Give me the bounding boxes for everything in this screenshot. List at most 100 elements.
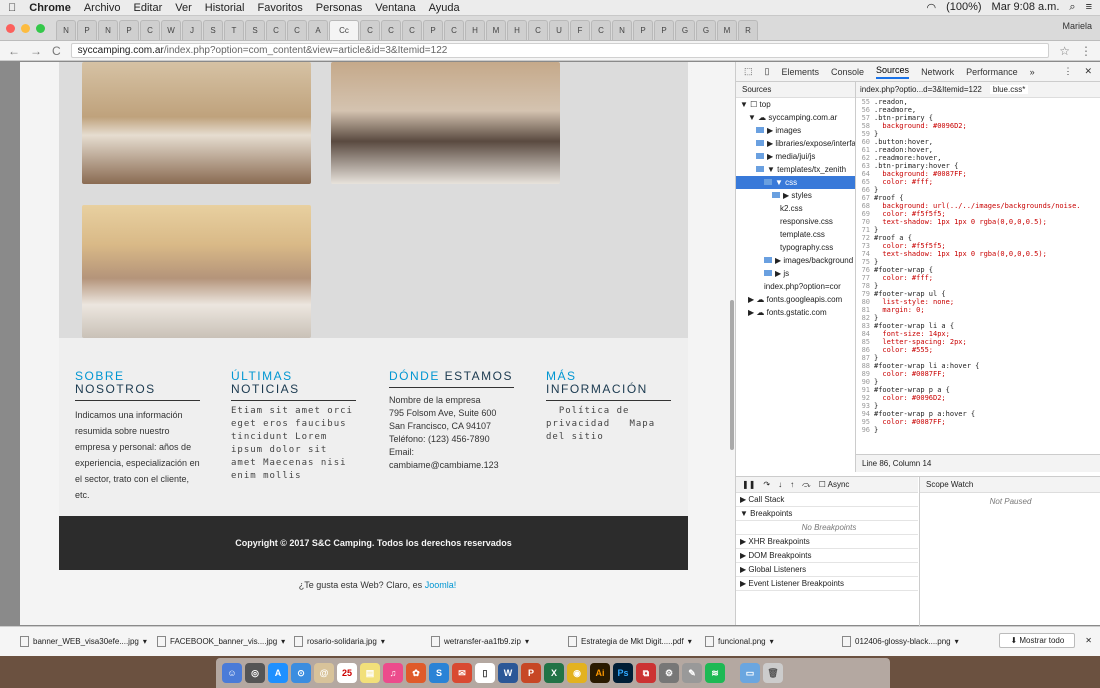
notes-icon[interactable]: ▤	[360, 663, 380, 683]
step-out-icon[interactable]: ↑	[790, 480, 794, 489]
more-tabs-icon[interactable]: »	[1030, 67, 1035, 77]
download-menu-icon[interactable]: ▾	[688, 637, 692, 646]
wifi-icon[interactable]: ◠	[926, 1, 936, 14]
code-line[interactable]: 78}	[856, 282, 1100, 290]
browser-tab[interactable]: F	[570, 20, 590, 40]
reload-icon[interactable]: C	[52, 44, 61, 58]
tree-item[interactable]: ▶ images	[736, 124, 855, 137]
code-line[interactable]: 61 .readon:hover,	[856, 146, 1100, 154]
tab-performance[interactable]: Performance	[966, 67, 1018, 77]
menu-historial[interactable]: Historial	[205, 2, 245, 14]
menu-favoritos[interactable]: Favoritos	[258, 2, 303, 14]
global-listeners-section[interactable]: ▶ Global Listeners	[736, 563, 918, 577]
tree-item[interactable]: template.css	[736, 228, 855, 241]
text-editor-icon[interactable]: ✎	[682, 663, 702, 683]
browser-tab[interactable]: G	[675, 20, 695, 40]
forward-icon[interactable]: →	[30, 44, 42, 58]
browser-tab[interactable]: S	[203, 20, 223, 40]
browser-tab[interactable]: M	[486, 20, 506, 40]
browser-tab[interactable]: C	[402, 20, 422, 40]
editor-tab-blue-css[interactable]: blue.css*	[989, 85, 1029, 94]
download-menu-icon[interactable]: ▾	[143, 637, 147, 646]
code-line[interactable]: 79 #footer-wrap ul {	[856, 290, 1100, 298]
pause-icon[interactable]: ❚❚	[742, 480, 755, 489]
tab-console[interactable]: Console	[831, 67, 864, 77]
browser-tab[interactable]: N	[98, 20, 118, 40]
downloads-folder-icon[interactable]: ▭	[740, 663, 760, 683]
code-line[interactable]: 81 margin: 0;	[856, 306, 1100, 314]
search-icon[interactable]: ⌕	[1069, 1, 1075, 14]
show-all-button[interactable]: ⬇ Mostrar todo	[999, 633, 1076, 648]
code-line[interactable]: 73 color: #f5f5f5;	[856, 242, 1100, 250]
tab-elements[interactable]: Elements	[781, 67, 819, 77]
navigator-header[interactable]: Sources	[736, 82, 855, 98]
code-line[interactable]: 56 .readmore,	[856, 106, 1100, 114]
page-scrollbar[interactable]	[730, 300, 734, 450]
tree-item[interactable]: ▼ ☐ top	[736, 98, 855, 111]
menu-ver[interactable]: Ver	[175, 2, 192, 14]
code-line[interactable]: 83 #footer-wrap li a {	[856, 322, 1100, 330]
contacts-icon[interactable]: @	[314, 663, 334, 683]
footer-news-links[interactable]: Etiam sit amet orci eget eros faucibus t…	[231, 405, 356, 483]
code-line[interactable]: 82}	[856, 314, 1100, 322]
close-window-icon[interactable]	[6, 24, 15, 33]
call-stack-section[interactable]: ▶ Call Stack	[736, 493, 918, 507]
browser-tab[interactable]: T	[224, 20, 244, 40]
joomla-link[interactable]: Joomla!	[425, 580, 457, 590]
browser-tab[interactable]: P	[423, 20, 443, 40]
code-line[interactable]: 66}	[856, 186, 1100, 194]
browser-tab[interactable]: P	[633, 20, 653, 40]
tree-item[interactable]: index.php?option=cor	[736, 280, 855, 293]
code-line[interactable]: 93}	[856, 402, 1100, 410]
download-item[interactable]: Estrategia de Mkt Digit.....pdf ▾	[568, 632, 705, 652]
tree-item[interactable]: ▶ ☁ fonts.gstatic.com	[736, 306, 855, 319]
download-menu-icon[interactable]: ▾	[281, 637, 285, 646]
code-lines[interactable]: 55 .readon, 56 .readmore, 57 .btn-primary {58…	[856, 98, 1100, 454]
code-line[interactable]: 70 text-shadow: 1px 1px 0 rgba(0,0,0,0.5…	[856, 218, 1100, 226]
chrome-icon[interactable]: ◉	[567, 663, 587, 683]
async-checkbox[interactable]: ☐ Async	[819, 480, 850, 489]
browser-tab[interactable]: P	[77, 20, 97, 40]
code-line[interactable]: 62 .readmore:hover,	[856, 154, 1100, 162]
device-icon[interactable]: ▯	[765, 66, 770, 77]
back-icon[interactable]: ←	[8, 44, 20, 58]
code-line[interactable]: 57 .btn-primary {	[856, 114, 1100, 122]
tree-item[interactable]: ▶ media/jui/js	[736, 150, 855, 163]
safari-icon[interactable]: ⊙	[291, 663, 311, 683]
acrobat-icon[interactable]: ⧉	[636, 663, 656, 683]
profile-name[interactable]: Mariela	[1062, 21, 1092, 31]
menu-editar[interactable]: Editar	[134, 2, 163, 14]
browser-tab[interactable]: C	[140, 20, 160, 40]
browser-tab[interactable]: W	[161, 20, 181, 40]
system-preferences-icon[interactable]: ⚙	[659, 663, 679, 683]
browser-tab[interactable]: N	[56, 20, 76, 40]
code-line[interactable]: 87}	[856, 354, 1100, 362]
code-line[interactable]: 63 .btn-primary:hover {	[856, 162, 1100, 170]
tree-item[interactable]: ▼ ☁ syccamping.com.ar	[736, 111, 855, 124]
download-item[interactable]: wetransfer-aa1fb9.zip ▾	[431, 632, 568, 652]
inspect-icon[interactable]: ⬚	[744, 66, 753, 77]
event-listener-section[interactable]: ▶ Event Listener Breakpoints	[736, 577, 918, 591]
code-line[interactable]: 69 color: #f5f5f5;	[856, 210, 1100, 218]
close-downloads-icon[interactable]: ✕	[1085, 636, 1092, 645]
photoshop-icon[interactable]: Ps	[613, 663, 633, 683]
code-line[interactable]: 59}	[856, 130, 1100, 138]
download-menu-icon[interactable]: ▾	[381, 637, 385, 646]
code-line[interactable]: 65 color: #fff;	[856, 178, 1100, 186]
code-line[interactable]: 85 letter-spacing: 2px;	[856, 338, 1100, 346]
launchpad-icon[interactable]: ◎	[245, 663, 265, 683]
tab-network[interactable]: Network	[921, 67, 954, 77]
code-line[interactable]: 80 list-style: none;	[856, 298, 1100, 306]
tree-item[interactable]: responsive.css	[736, 215, 855, 228]
tree-item[interactable]: ▶ libraries/expose/interfa	[736, 137, 855, 150]
dom-breakpoints-section[interactable]: ▶ DOM Breakpoints	[736, 549, 918, 563]
browser-tab[interactable]: C	[287, 20, 307, 40]
tree-item[interactable]: ▶ images/background	[736, 254, 855, 267]
menu-list-icon[interactable]: ≡	[1086, 1, 1092, 14]
browser-tab[interactable]: P	[654, 20, 674, 40]
download-item[interactable]: rosario-solidaria.jpg ▾	[294, 632, 431, 652]
devtools-close-icon[interactable]: ✕	[1084, 66, 1092, 77]
download-item[interactable]: funcional.png ▾	[705, 632, 842, 652]
tree-item[interactable]: ▶ ☁ fonts.googleapis.com	[736, 293, 855, 306]
tree-item[interactable]: ▶ styles	[736, 189, 855, 202]
